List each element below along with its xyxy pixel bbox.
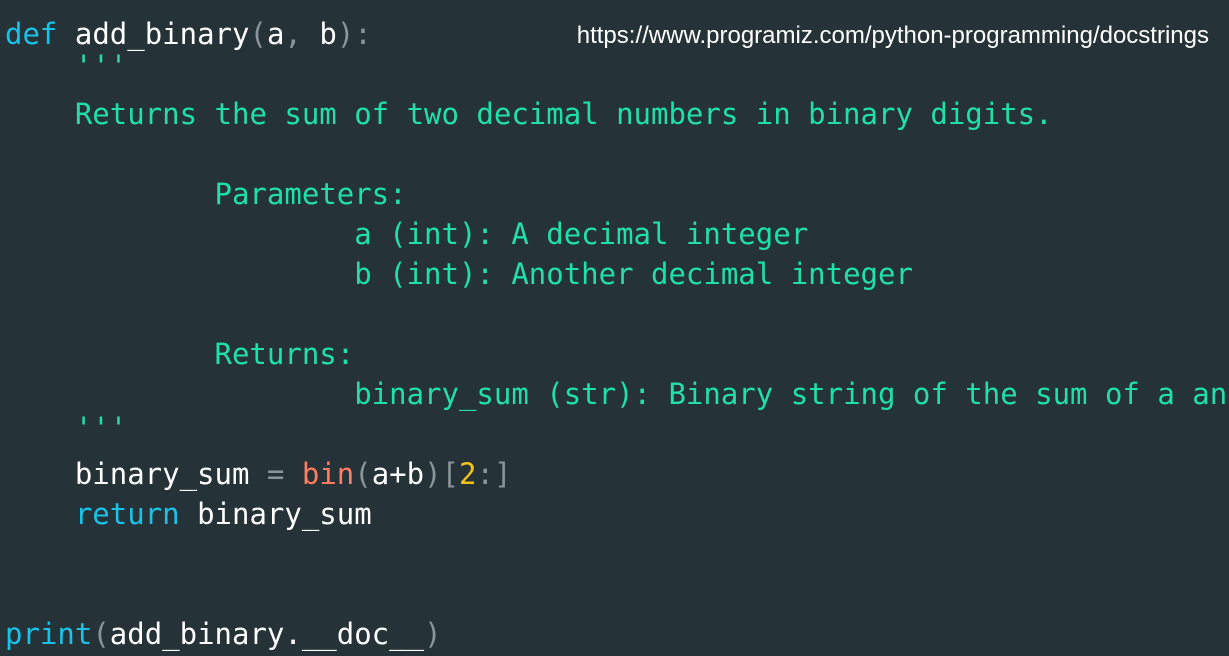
slice-close: :] (476, 457, 512, 491)
code-line-returns-header: Returns: (5, 334, 355, 374)
docstring-param-a: a (int): A decimal integer (354, 217, 809, 251)
docstring-returns-desc: binary_sum (str): Binary string of the s… (354, 377, 1229, 411)
docstring-params-header: Parameters: (214, 177, 407, 211)
paren-close-colon: ): (336, 17, 372, 51)
source-url: https://www.programiz.com/python-program… (576, 22, 1209, 49)
bin-paren-close: ) (424, 457, 442, 491)
code-line-doc-summary: Returns the sum of two decimal numbers i… (5, 94, 1053, 134)
paren-open: ( (249, 17, 267, 51)
docstring-summary: Returns the sum of two decimal numbers i… (74, 97, 1053, 131)
code-line-print: print(add_binary.__doc__) (5, 614, 442, 654)
print-argument: add_binary.__doc__ (109, 617, 425, 651)
print-paren-close: ) (424, 617, 442, 651)
bin-builtin: bin (301, 457, 355, 491)
bin-argument: a+b (371, 457, 425, 491)
assign-variable: binary_sum (74, 457, 250, 491)
docstring-param-b: b (int): Another decimal integer (354, 257, 913, 291)
code-line-param-a: a (int): A decimal integer (5, 214, 808, 254)
print-builtin: print (5, 617, 93, 651)
slice-number: 2 (459, 457, 477, 491)
param-b: b (319, 17, 337, 51)
code-line-assign: binary_sum = bin(a+b)[2:] (5, 454, 512, 494)
docstring-open-quotes: ''' (74, 49, 128, 83)
comma: , (284, 17, 302, 51)
return-keyword: return (74, 497, 180, 531)
print-paren-open: ( (92, 617, 110, 651)
param-a: a (266, 17, 285, 51)
code-line-doc-open: ''' (5, 46, 127, 86)
assign-operator: = (266, 457, 285, 491)
slice-open: [ (441, 457, 460, 491)
code-line-params-header: Parameters: (5, 174, 407, 214)
docstring-returns-header: Returns: (214, 337, 355, 371)
code-line-returns-desc: binary_sum (str): Binary string of the s… (5, 374, 1229, 414)
code-line-doc-close: ''' (5, 408, 127, 448)
code-line-return: return binary_sum (5, 494, 372, 534)
code-screenshot: https://www.programiz.com/python-program… (0, 0, 1229, 656)
return-value: binary_sum (197, 497, 372, 531)
code-line-param-b: b (int): Another decimal integer (5, 254, 913, 294)
docstring-close-quotes: ''' (74, 411, 128, 445)
bin-paren-open: ( (354, 457, 372, 491)
